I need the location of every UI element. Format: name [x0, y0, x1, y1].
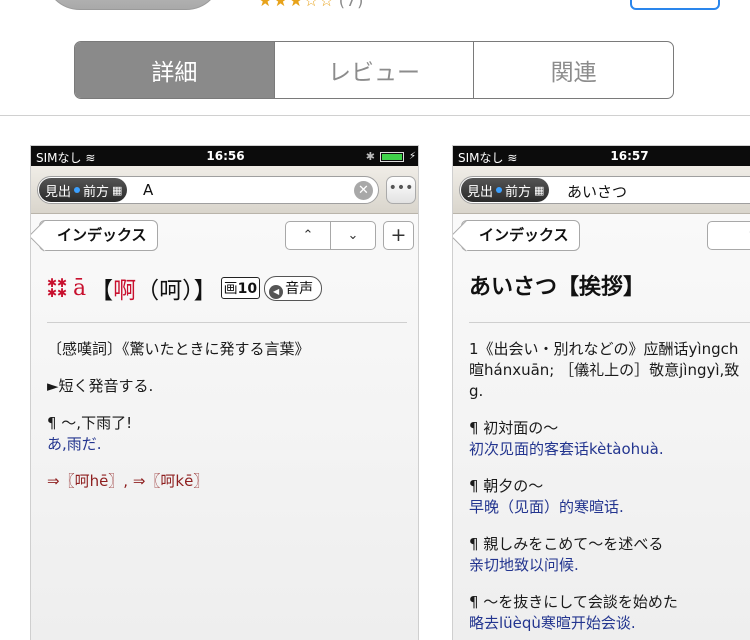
status-bar: SIMなし ≋ 16:56 ✱ ⚡: [31, 146, 418, 166]
headword-row: ✱✱ ✱✱ ā 【啊（呵）】 画10 ◀ 音声: [47, 272, 407, 304]
strokes-number: 10: [237, 281, 258, 297]
bluetooth-icon: ✱: [365, 150, 375, 163]
bracket-open: 【: [90, 278, 114, 304]
search-bar: 見出 前方 ▦ あいさつ: [453, 166, 750, 214]
example-japanese: ¶ 親しみをこめて〜を述べる: [469, 535, 664, 553]
part-of-speech: 〔感嘆詞〕《驚いたときに発する言葉》: [47, 340, 310, 358]
back-label: インデックス: [57, 226, 147, 244]
battery-icon: [379, 151, 404, 162]
frequency-mark: ✱✱ ✱✱: [47, 276, 68, 300]
definition-line: g.: [469, 382, 484, 400]
tab-related[interactable]: 関連: [473, 42, 673, 98]
example-chinese: ¶ 〜,下雨了!: [47, 414, 133, 432]
grid-icon: ▦: [112, 183, 122, 197]
more-button[interactable]: •••: [386, 176, 416, 204]
prev-entry-button[interactable]: ⌃: [286, 222, 330, 249]
search-query[interactable]: あいさつ: [567, 181, 627, 202]
dictionary-entry: ✱✱ ✱✱ ā 【啊（呵）】 画10 ◀ 音声 〔感嘆詞〕《驚いたときに発する言葉》…: [47, 272, 407, 492]
headword: あいさつ【挨拶】: [469, 275, 646, 300]
example-japanese: ¶ 〜を抜きにして会談を始めた: [469, 593, 678, 611]
prev-entry-button[interactable]: ⌃: [708, 222, 750, 249]
scope-dot-icon: [496, 187, 503, 193]
example-chinese: 略去lüèqù寒暄开始会谈.: [469, 614, 636, 632]
rating-stars: ★★★☆☆ (7): [258, 0, 364, 10]
status-bar: SIMなし ≋ 16:57: [453, 146, 750, 166]
entry-rule: [469, 322, 750, 323]
variant-char: （呵）: [136, 278, 194, 304]
back-button[interactable]: インデックス: [39, 220, 158, 251]
clear-icon[interactable]: ✕: [354, 181, 373, 200]
add-button[interactable]: +: [383, 221, 414, 250]
search-scope-button[interactable]: 見出 前方 ▦: [39, 178, 128, 202]
usage-note: ►短く発音する.: [47, 377, 154, 395]
scope-label: 見出: [467, 184, 494, 200]
screenshot-1[interactable]: SIMなし ≋ 16:56 ✱ ⚡ 見出 前方 ▦ A ✕ ••• インデックス…: [30, 145, 419, 640]
example-chinese: 亲切地致以问候.: [469, 556, 579, 574]
nav-bar: インデックス ⌃: [453, 214, 750, 260]
example-japanese: ¶ 初対面の〜: [469, 419, 559, 437]
headword-char: 啊: [113, 278, 137, 304]
search-query[interactable]: A: [143, 181, 153, 199]
status-time: 16:56: [206, 149, 245, 163]
search-field[interactable]: 見出 前方 ▦ A ✕: [37, 176, 379, 204]
audio-label: 音声: [285, 280, 314, 297]
definition-line: 暄hánxuān; ［儀礼上の］敬意jìngyì,致: [469, 361, 740, 379]
rating-stars-glyphs: ★★★☆☆: [258, 0, 335, 10]
prev-next-group: ⌃ ⌄: [285, 221, 376, 250]
rating-count: (7): [338, 0, 365, 10]
back-button[interactable]: インデックス: [461, 220, 580, 251]
example-chinese: 初次见面的客套话kètàohuà.: [469, 440, 664, 458]
headword: 【啊（呵）】: [90, 271, 217, 305]
tab-details[interactable]: 詳細: [75, 42, 274, 98]
example-japanese: ¶ 朝夕の〜: [469, 477, 544, 495]
grid-icon: ▦: [534, 183, 544, 197]
scope-mode: 前方: [505, 184, 532, 200]
speaker-icon: ◀: [269, 284, 284, 299]
tab-reviews[interactable]: レビュー: [273, 42, 474, 98]
stroke-count-badge: 画10: [220, 277, 261, 299]
get-button[interactable]: [630, 0, 720, 10]
charging-icon: ⚡: [408, 151, 416, 162]
pinyin: ā: [73, 275, 87, 301]
scope-dot-icon: [74, 187, 81, 193]
cross-references[interactable]: ⇒〖呵hē〗, ⇒〖呵kē〗: [47, 471, 407, 492]
prev-next-group: ⌃: [707, 221, 750, 250]
search-scope-button[interactable]: 見出 前方 ▦: [461, 178, 550, 202]
section-divider: [0, 115, 750, 116]
scope-label: 見出: [45, 184, 72, 200]
app-icon: [44, 0, 222, 10]
screenshot-2[interactable]: SIMなし ≋ 16:57 見出 前方 ▦ あいさつ インデックス ⌃ あいさつ…: [452, 145, 750, 640]
entry-rule: [47, 322, 407, 323]
strokes-label: 画: [223, 281, 238, 297]
nav-bar: インデックス ⌃ ⌄ +: [31, 214, 418, 260]
scope-mode: 前方: [83, 184, 110, 200]
search-bar: 見出 前方 ▦ A ✕ •••: [31, 166, 418, 214]
search-field[interactable]: 見出 前方 ▦ あいさつ: [459, 176, 750, 204]
back-label: インデックス: [479, 226, 569, 244]
status-time: 16:57: [610, 149, 649, 163]
example-japanese: あ,雨だ.: [47, 435, 102, 453]
detail-tabs: 詳細 レビュー 関連: [74, 41, 674, 99]
bracket-close: 】: [193, 278, 217, 304]
example-chinese: 早晚（见面）的寒暄话.: [469, 498, 624, 516]
dictionary-entry: あいさつ【挨拶】 1《出会い・別れなどの》应酬话yìngch 暄hánxuān;…: [469, 272, 750, 634]
audio-button[interactable]: ◀ 音声: [264, 275, 323, 301]
definition-line: 1《出会い・別れなどの》应酬话yìngch: [469, 340, 739, 358]
next-entry-button[interactable]: ⌄: [330, 222, 375, 249]
status-right: ✱ ⚡: [366, 150, 416, 163]
